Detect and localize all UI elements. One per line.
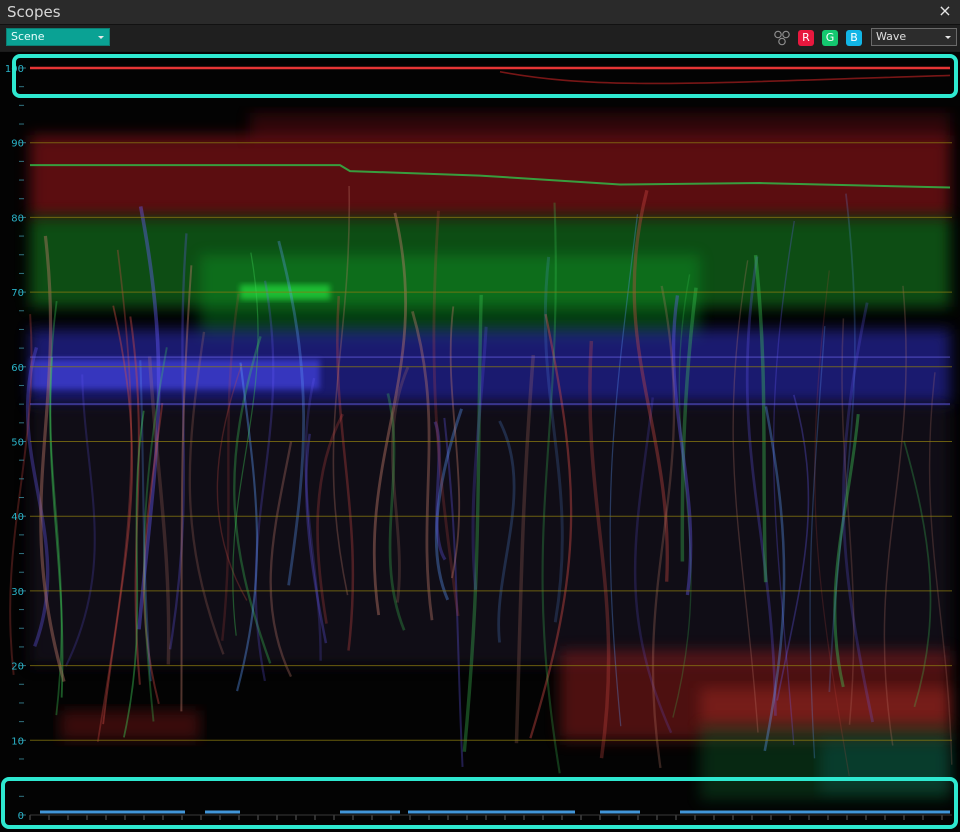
window-title: Scopes bbox=[7, 3, 61, 21]
title-bar: Scopes × bbox=[0, 0, 960, 25]
axis-label: 70 bbox=[11, 288, 24, 299]
axis-label: 30 bbox=[11, 587, 24, 598]
close-button[interactable]: × bbox=[936, 2, 954, 20]
channel-b-toggle[interactable]: B bbox=[846, 30, 862, 46]
scope-mode-dropdown[interactable]: Wave bbox=[871, 28, 957, 46]
scope-toolbar: Scene R G B Wave bbox=[0, 25, 960, 51]
scene-dropdown[interactable]: Scene bbox=[6, 28, 110, 46]
axis-label: 90 bbox=[11, 139, 24, 150]
axis-label: 50 bbox=[11, 438, 24, 449]
scene-dropdown-value: Scene bbox=[11, 30, 45, 43]
waveform-canvas: 0102030405060708090100 bbox=[0, 52, 960, 832]
axis-label: 0 bbox=[18, 811, 24, 822]
waveform-scope: 0 10 20 30 40 50 60 70 80 90 100 bbox=[0, 52, 960, 832]
channel-r-toggle[interactable]: R bbox=[798, 30, 814, 46]
scope-mode-value: Wave bbox=[876, 30, 907, 43]
axis-label: 10 bbox=[11, 736, 24, 747]
chevron-down-icon bbox=[945, 36, 951, 39]
chevron-down-icon bbox=[98, 36, 104, 39]
channel-overlay-icon[interactable] bbox=[773, 30, 791, 46]
axis-label: 20 bbox=[11, 662, 24, 673]
channel-g-toggle[interactable]: G bbox=[822, 30, 838, 46]
axis-label: 40 bbox=[11, 512, 24, 523]
axis-label: 60 bbox=[11, 363, 24, 374]
scopes-window: Scopes × Scene R G B Wave 0 10 20 30 40 … bbox=[0, 0, 960, 832]
axis-label: 80 bbox=[11, 213, 24, 224]
